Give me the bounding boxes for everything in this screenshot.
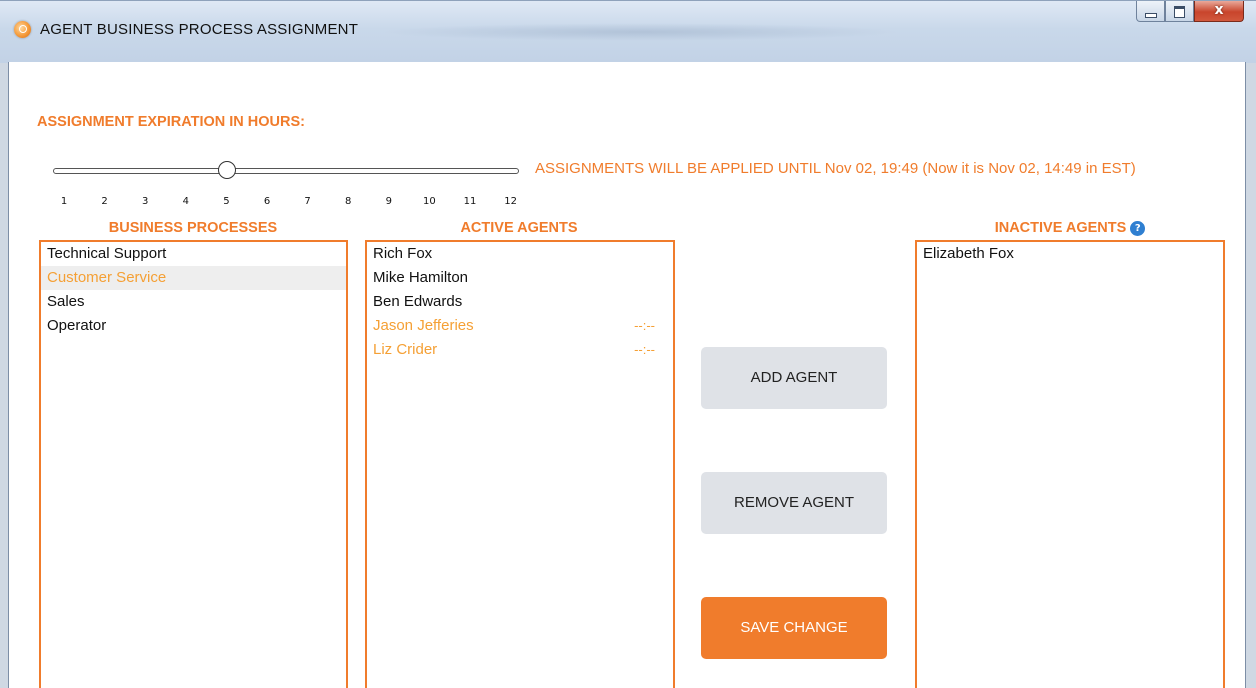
slider-tick-labels: 1 2 3 4 5 6 7 8 9 10 11 12 [53, 196, 533, 210]
business-process-item[interactable]: Sales [41, 290, 346, 314]
agent-expiry-time: --:-- [634, 318, 655, 333]
slider-tick-label: 5 [223, 196, 230, 207]
slider-tick-label: 6 [263, 196, 271, 207]
inactive-agents-header: INACTIVE AGENTS? [915, 220, 1225, 236]
minimize-button[interactable] [1136, 1, 1165, 22]
remove-agent-button[interactable]: REMOVE AGENT [701, 472, 887, 534]
expiration-slider-thumb[interactable] [218, 161, 237, 179]
business-process-item[interactable]: Operator [41, 314, 346, 338]
close-button[interactable]: x [1194, 1, 1244, 22]
expiration-slider-track[interactable] [53, 168, 519, 174]
slider-tick-label: 3 [142, 196, 149, 207]
active-agents-list[interactable]: Rich Fox Mike Hamilton Ben Edwards Jason Je… [365, 240, 675, 688]
business-processes-list[interactable]: Technical Support Customer Service Sales Op… [39, 240, 348, 688]
agent-name: Jason Jefferies [373, 317, 474, 334]
slider-tick-label: 1 [60, 196, 68, 207]
inactive-agents-list[interactable]: Elizabeth Fox [915, 240, 1225, 688]
maximize-button[interactable] [1165, 1, 1194, 22]
active-agent-item[interactable]: Liz Crider --:-- [367, 338, 673, 362]
window-content: ASSIGNMENT EXPIRATION IN HOURS: 12345678… [8, 62, 1246, 688]
assignment-applied-until-text: ASSIGNMENTS WILL BE APPLIED UNTIL Nov 02… [535, 160, 1136, 177]
active-agent-item[interactable]: Jason Jefferies --:-- [367, 314, 673, 338]
add-agent-button[interactable]: ADD AGENT [701, 347, 887, 409]
agent-expiry-time: --:-- [634, 342, 655, 357]
active-agent-item[interactable]: Rich Fox [367, 242, 673, 266]
slider-tick-label: 8 [345, 196, 352, 207]
agent-assignment-window: AGENT BUSINESS PROCESS ASSIGNMENT x ASSI… [0, 0, 1256, 688]
agent-name: Ben Edwards [373, 293, 463, 310]
agent-name: Rich Fox [373, 245, 433, 262]
help-icon[interactable]: ? [1130, 221, 1146, 236]
inactive-agent-item[interactable]: Elizabeth Fox [917, 242, 1223, 266]
title-bar: AGENT BUSINESS PROCESS ASSIGNMENT x [0, 0, 1256, 63]
inactive-agents-title: INACTIVE AGENTS [994, 220, 1127, 236]
slider-tick-label: 10 [423, 196, 436, 207]
expiration-label: ASSIGNMENT EXPIRATION IN HOURS: [37, 114, 305, 130]
window-controls: x [1136, 1, 1244, 23]
slider-tick-label: 9 [385, 196, 392, 207]
window-title: AGENT BUSINESS PROCESS ASSIGNMENT [40, 21, 359, 38]
business-process-item[interactable]: Technical Support [41, 242, 346, 266]
save-change-button[interactable]: SAVE CHANGE [701, 597, 887, 659]
active-agent-item[interactable]: Mike Hamilton [367, 266, 673, 290]
business-process-item[interactable]: Customer Service [41, 266, 346, 290]
slider-tick-label: 2 [101, 196, 108, 207]
close-icon: x [1214, 2, 1224, 18]
app-search-icon [14, 21, 31, 38]
agent-name: Mike Hamilton [373, 269, 469, 286]
business-processes-title: BUSINESS PROCESSES [108, 220, 278, 236]
active-agent-item[interactable]: Ben Edwards [367, 290, 673, 314]
slider-tick-label: 11 [463, 196, 477, 207]
slider-tick-label: 7 [304, 196, 311, 207]
active-agents-title: ACTIVE AGENTS [460, 220, 578, 236]
slider-tick-label: 4 [182, 196, 189, 207]
agent-name: Liz Crider [373, 341, 438, 358]
slider-tick-label: 12 [504, 196, 517, 207]
